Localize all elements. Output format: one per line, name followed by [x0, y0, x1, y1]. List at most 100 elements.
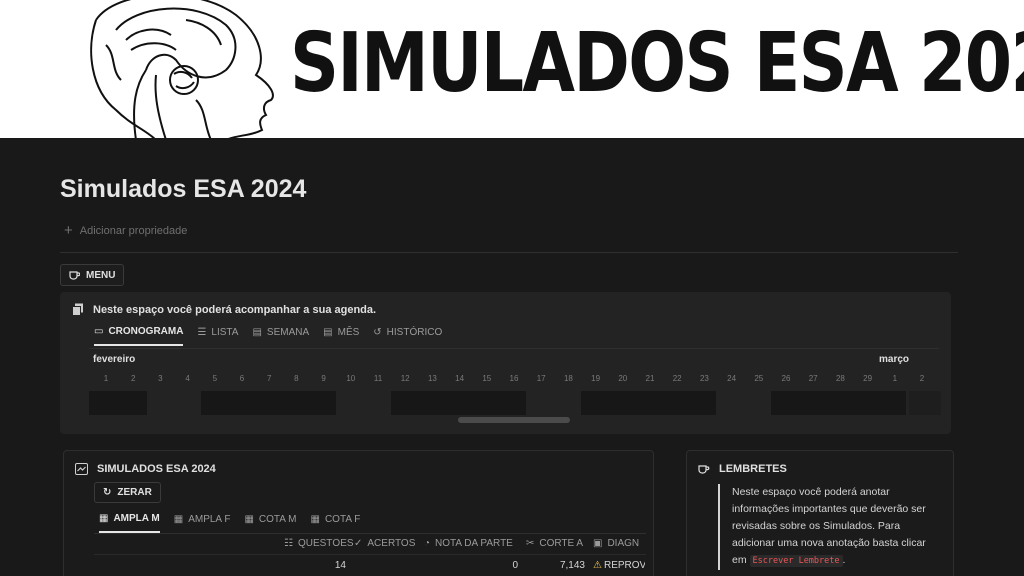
- calendar-icon: ▤: [252, 327, 262, 338]
- table-header: ☷ QUESTÕES ✓ ACERTOS ◔ NOTA DA PARTE ✂ C…: [284, 538, 645, 549]
- timeline-day: 5: [212, 374, 218, 383]
- agenda-description: Neste espaço você poderá acompanhar a su…: [93, 303, 377, 316]
- timeline-day: 11: [373, 374, 383, 383]
- timeline-day: 2: [130, 374, 136, 383]
- tab-mes[interactable]: ▤ MÊS: [323, 326, 359, 346]
- timeline-days: 1 2 3 4 5 6 7 8 9 10 11 12 13 14 15 16 17 18 19 20 21 22 23 24 2…: [89, 374, 945, 386]
- timeline-day: 12: [400, 374, 410, 383]
- copy-icon: [72, 303, 83, 316]
- divider: [94, 533, 646, 534]
- cover-banner: SIMULADOS ESA 2024: [0, 0, 1024, 138]
- timeline-day: 1: [892, 374, 898, 383]
- column-header-corte[interactable]: ✂ CORTE A: [526, 538, 593, 549]
- tab-label: COTA M: [258, 514, 297, 525]
- page-title[interactable]: Simulados ESA 2024: [60, 175, 306, 204]
- timeline-block[interactable]: [909, 391, 941, 415]
- column-header-diagnostico[interactable]: ▣ DIAGN: [593, 538, 645, 549]
- table-icon: ▦: [310, 514, 320, 525]
- table-row[interactable]: 14 0 7,143 ⚠ REPROV: [284, 560, 645, 571]
- tab-label: MÊS: [337, 327, 360, 338]
- tab-ampla-f[interactable]: ▦ AMPLA F: [174, 513, 231, 533]
- timeline-day: 27: [808, 374, 818, 383]
- timeline-block[interactable]: [201, 391, 336, 415]
- brain-illustration: [90, 0, 274, 138]
- tab-label: CRONOGRAMA: [108, 326, 184, 337]
- timeline-block[interactable]: [89, 391, 147, 415]
- lembretes-title: LEMBRETES: [719, 463, 787, 475]
- column-label: NOTA DA PARTE: [435, 538, 513, 549]
- timeline-day: 6: [239, 374, 245, 383]
- tab-historico[interactable]: ↺ HISTÓRICO: [373, 326, 442, 346]
- simulados-card: SIMULADOS ESA 2024 ↻ ZERAR ▦ AMPLA M ▦ A…: [63, 450, 654, 576]
- cell-diagnostico[interactable]: ⚠ REPROV: [593, 560, 645, 571]
- month-label: fevereiro: [93, 354, 136, 365]
- tab-ampla-m[interactable]: ▦ AMPLA M: [99, 513, 160, 533]
- timeline-blocks[interactable]: [89, 391, 945, 415]
- timeline-day: 17: [536, 374, 546, 383]
- column-header-nota[interactable]: ◔ NOTA DA PARTE: [424, 538, 526, 549]
- inline-code: Escrever Lembrete: [749, 555, 843, 567]
- lembretes-text: Neste espaço você poderá anotar informaç…: [732, 486, 926, 566]
- timeline-day: 15: [482, 374, 492, 383]
- column-label: DIAGN: [607, 538, 640, 549]
- briefcase-icon: ▣: [593, 538, 603, 549]
- timeline-block[interactable]: [581, 391, 716, 415]
- cell-nota[interactable]: 0: [424, 560, 526, 571]
- month-label: março: [879, 354, 910, 365]
- cell-corte[interactable]: 7,143: [526, 560, 593, 571]
- timeline-day: 29: [863, 374, 873, 383]
- scissors-icon: ✂: [526, 538, 535, 549]
- timeline-block[interactable]: [771, 391, 906, 415]
- timeline-day: 23: [699, 374, 709, 383]
- tab-semana[interactable]: ▤ SEMANA: [252, 326, 309, 346]
- agenda-view-tabs: ▭ CRONOGRAMA ☰ LISTA ▤ SEMANA ▤ MÊS ↺ HI…: [94, 326, 442, 346]
- timeline-day: 24: [727, 374, 737, 383]
- tab-lista[interactable]: ☰ LISTA: [197, 326, 238, 346]
- timeline-day: 3: [158, 374, 163, 383]
- tab-cronograma[interactable]: ▭ CRONOGRAMA: [94, 326, 184, 346]
- tab-cota-f[interactable]: ▦ COTA F: [311, 513, 361, 533]
- lembretes-quote: Neste espaço você poderá anotar informaç…: [718, 484, 940, 570]
- timeline-day: 8: [294, 374, 299, 383]
- diagnostico-value: REPROV: [603, 560, 645, 571]
- timeline-day: 9: [321, 374, 326, 383]
- list-icon: ☰: [197, 327, 207, 338]
- column-header-acertos[interactable]: ✓ ACERTOS: [354, 538, 424, 549]
- add-property-button[interactable]: + Adicionar propriedade: [64, 222, 187, 239]
- timeline-day: 14: [455, 374, 465, 383]
- reset-button[interactable]: ↻ ZERAR: [94, 482, 161, 503]
- timeline-day: 20: [618, 374, 628, 383]
- table-icon: ▦: [99, 513, 109, 524]
- tab-cota-m[interactable]: ▦ COTA M: [244, 513, 296, 533]
- plus-icon: +: [64, 222, 73, 239]
- divider: [94, 554, 646, 555]
- menu-label: MENU: [86, 269, 116, 281]
- table-icon: ▦: [173, 514, 184, 525]
- coffee-icon: [698, 464, 710, 474]
- agenda-callout: Neste espaço você poderá acompanhar a su…: [60, 292, 951, 434]
- tab-label: LISTA: [211, 327, 239, 338]
- chart-icon: [75, 463, 88, 475]
- timeline-day: 10: [346, 374, 356, 383]
- tab-label: COTA F: [324, 514, 361, 525]
- column-label: ACERTOS: [367, 538, 416, 549]
- reset-label: ZERAR: [117, 487, 152, 498]
- timeline-day: 25: [754, 374, 764, 383]
- cell-questoes[interactable]: 14: [284, 560, 354, 571]
- column-label: QUESTÕES: [297, 538, 354, 549]
- history-icon: ↺: [373, 327, 382, 338]
- column-header-questoes[interactable]: ☷ QUESTÕES: [284, 538, 354, 549]
- cell-acertos[interactable]: [354, 560, 424, 571]
- lembretes-text-end: .: [842, 554, 846, 566]
- divider: [60, 252, 958, 253]
- table-icon: ▦: [244, 514, 254, 525]
- timeline-day: 2: [919, 374, 925, 383]
- add-property-label: Adicionar propriedade: [79, 224, 188, 237]
- timeline-block[interactable]: [391, 391, 526, 415]
- menu-button[interactable]: MENU: [60, 264, 125, 286]
- timeline-day: 19: [591, 374, 601, 383]
- refresh-icon: ↻: [103, 487, 112, 498]
- horizontal-scrollbar[interactable]: [458, 417, 570, 423]
- tab-label: HISTÓRICO: [386, 327, 443, 338]
- tab-label: AMPLA M: [113, 513, 160, 524]
